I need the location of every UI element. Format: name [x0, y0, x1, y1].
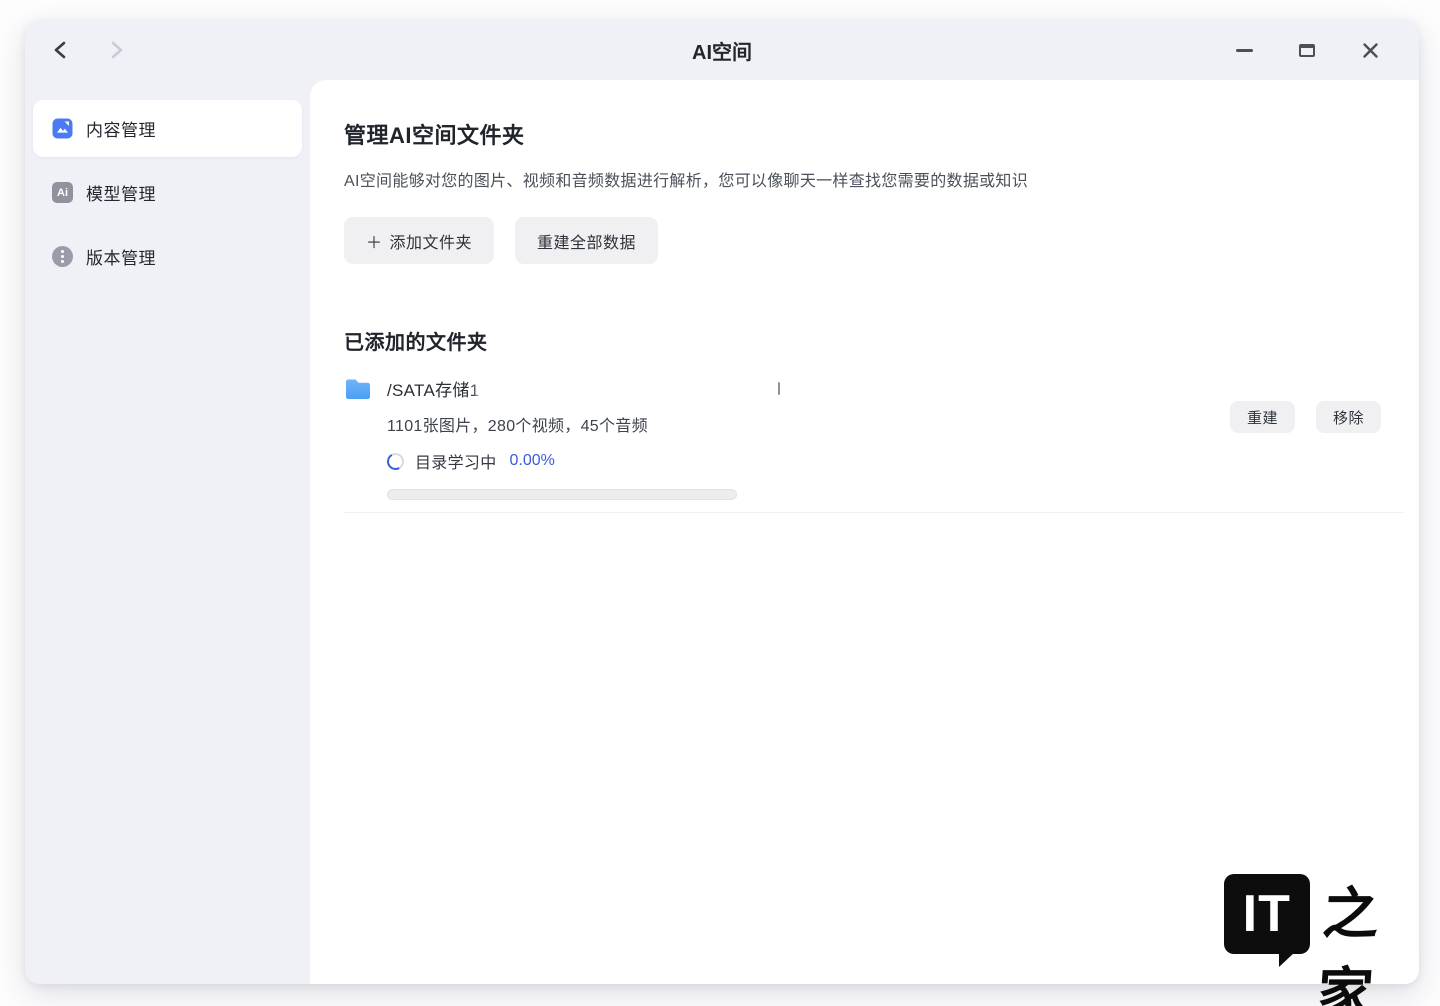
main-content: 管理AI空间文件夹 AI空间能够对您的图片、视频和音频数据进行解析，您可以像聊天… [310, 80, 1419, 984]
ai-model-icon: Ai [52, 182, 73, 203]
rebuild-all-button[interactable]: 重建全部数据 [515, 217, 658, 264]
folder-path-text: /SATA存储1 [387, 376, 479, 401]
watermark: IT 之家 www.ithome.com [1224, 874, 1420, 1006]
sidebar-item-content-manage[interactable]: 内容管理 [33, 100, 302, 157]
folder-remove-button[interactable]: 移除 [1316, 401, 1381, 433]
added-folders-title: 已添加的文件夹 [344, 326, 1419, 355]
sidebar-item-label: 版本管理 [86, 244, 156, 269]
folder-progress-bar [387, 489, 737, 500]
censored-path-blur [482, 375, 776, 401]
add-folder-button[interactable]: ＋ 添加文件夹 [344, 217, 494, 264]
plus-icon: ＋ [366, 229, 383, 253]
toolbar: ＋ 添加文件夹 重建全部数据 [344, 217, 1419, 264]
add-folder-label: 添加文件夹 [390, 229, 473, 253]
sidebar-item-label: 模型管理 [86, 180, 156, 205]
folder-actions: 重建 移除 [1230, 401, 1381, 433]
app-window: AI空间 [25, 20, 1419, 984]
censored-path-mark [778, 382, 780, 395]
content-manage-icon [52, 118, 73, 139]
page-description: AI空间能够对您的图片、视频和音频数据进行解析，您可以像聊天一样查找您需要的数据… [344, 167, 1419, 191]
row-divider [344, 512, 1404, 513]
folder-icon [344, 377, 372, 401]
minimize-icon [1236, 49, 1253, 52]
screenshot-stage: AI空间 [0, 0, 1440, 1006]
folder-list-item: /SATA存储1 1101张图片，280个视频，45个音频 目录学习中 0.00… [344, 375, 1419, 500]
loading-spinner-icon [385, 451, 406, 472]
maximize-button[interactable] [1296, 39, 1318, 61]
chevron-right-icon [108, 40, 125, 60]
folder-info: /SATA存储1 1101张图片，280个视频，45个音频 目录学习中 0.00… [387, 375, 780, 500]
ithome-logo-suffix: 之家 [1314, 874, 1426, 1006]
folder-stats: 1101张图片，280个视频，45个音频 [387, 412, 780, 436]
titlebar[interactable]: AI空间 [25, 20, 1419, 80]
folder-status-label: 目录学习中 [415, 449, 497, 473]
folder-rebuild-button[interactable]: 重建 [1230, 401, 1295, 433]
sidebar-item-label: 内容管理 [86, 116, 156, 141]
rebuild-all-label: 重建全部数据 [537, 229, 636, 253]
window-controls [1233, 39, 1419, 61]
page-title: 管理AI空间文件夹 [344, 118, 1419, 150]
window-title: AI空间 [25, 20, 1419, 80]
folder-path: /SATA存储1 [387, 375, 780, 401]
chevron-left-icon [52, 40, 69, 60]
version-icon [52, 246, 73, 267]
back-button[interactable] [47, 37, 73, 63]
sidebar: 内容管理 Ai 模型管理 版本管理 [25, 80, 310, 984]
ithome-logo-it-badge: IT [1224, 874, 1310, 954]
forward-button[interactable] [103, 37, 129, 63]
close-button[interactable] [1359, 39, 1381, 61]
sidebar-item-version-manage[interactable]: 版本管理 [33, 228, 302, 285]
ithome-logo: IT 之家 [1224, 874, 1420, 1006]
folder-progress-percent: 0.00% [510, 452, 555, 470]
sidebar-item-model-manage[interactable]: Ai 模型管理 [33, 164, 302, 221]
close-icon [1362, 42, 1379, 59]
nav-arrows [25, 37, 129, 63]
folder-status-row: 目录学习中 0.00% [387, 449, 780, 473]
maximize-icon [1299, 44, 1315, 57]
minimize-button[interactable] [1233, 39, 1255, 61]
